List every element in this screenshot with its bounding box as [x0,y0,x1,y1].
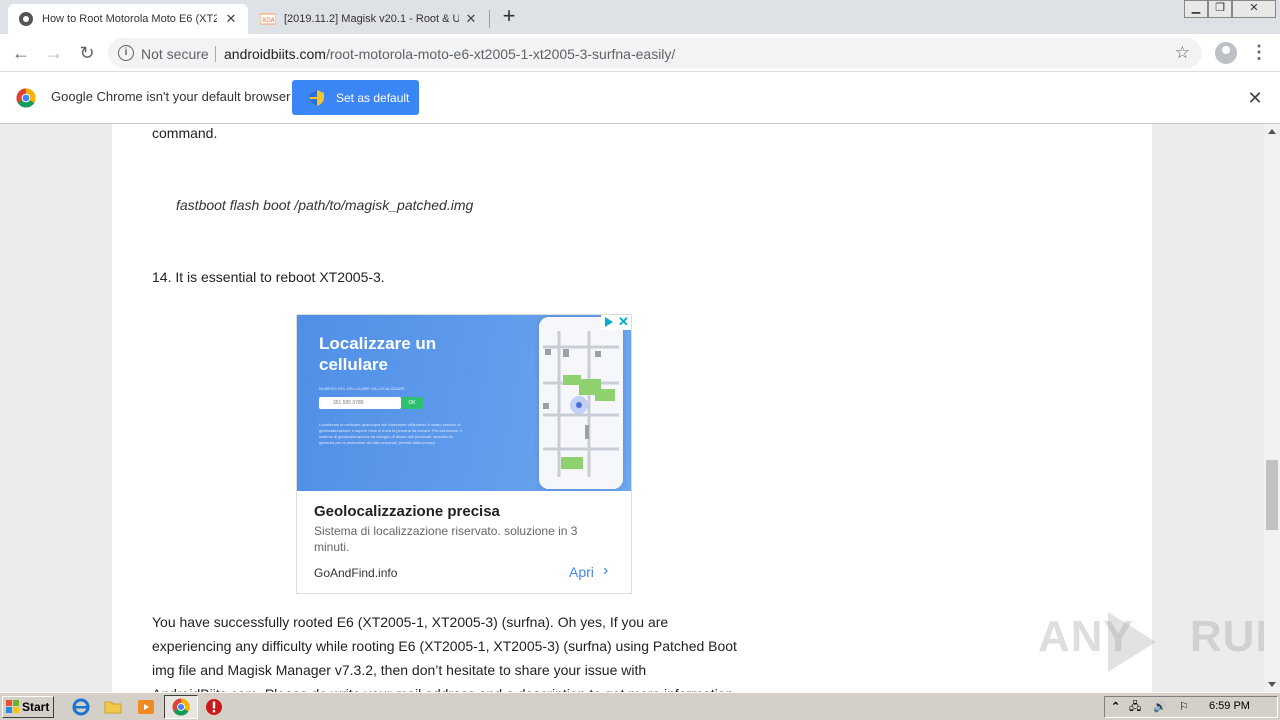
paragraph-text: command. [152,125,218,141]
chrome-menu-icon[interactable]: ⋮ [1250,41,1268,63]
uac-shield-icon [310,89,324,106]
watermark-right: RUN [1189,612,1264,661]
set-as-default-button[interactable]: Set as default [292,80,419,115]
paragraph-text: AndroidBiits.com. Please do write your m… [152,682,737,692]
reload-button[interactable]: ↻ [76,42,98,64]
map-illustration-icon [539,317,623,489]
watermark-text: ANY RUN [1038,612,1264,662]
set-as-default-label: Set as default [336,90,410,105]
tab-strip: How to Root Motorola Moto E6 (XT2005-1, … [0,0,1280,34]
infobar-message: Google Chrome isn't your default browser [51,89,291,104]
media-player-icon[interactable] [137,698,155,716]
minimize-button[interactable]: ▁ [1184,0,1208,18]
system-tray: ⌃ 🖧 🔊 ⚐ 6:59 PM [1104,696,1278,718]
forward-button[interactable]: → [43,42,65,64]
ad-close-icon[interactable]: ✕ [618,315,629,330]
folder-icon[interactable] [104,698,122,716]
ad-ok-button: OK [401,397,423,409]
tray-expand-icon[interactable]: ⌃ [1111,699,1120,715]
ad-description: Sistema di localizzazione riservato. sol… [314,524,578,554]
back-button[interactable]: ← [10,42,32,64]
vertical-scrollbar[interactable] [1264,124,1280,692]
ad-title[interactable]: Geolocalizzazione precisa [314,503,500,520]
security-label[interactable]: Not secure [141,46,209,62]
ad-input-label: NUMERO DEL CELLULARE DA LOCALIZZARE [319,386,405,391]
tab-close-icon[interactable]: ✕ [464,12,478,26]
start-label: Start [22,700,50,714]
windows-taskbar: Start ⌃ 🖧 🔊 ⚐ 6:59 PM [0,692,1280,720]
volume-icon[interactable]: 🔊 [1153,699,1167,715]
ad-phone-map [539,317,623,489]
paragraph-text: img file and Magisk Manager v7.3.2, then… [152,662,647,678]
tab-title: How to Root Motorola Moto E6 (XT2005-1, … [42,13,217,25]
page-viewport: command. fastboot flash boot /path/to/ma… [0,124,1264,692]
adchoices-icon[interactable] [605,317,613,327]
default-browser-infobar: Google Chrome isn't your default browser… [0,72,1280,124]
adchoices-badge[interactable]: ✕ [601,315,631,330]
close-window-button[interactable]: ✕ [1232,0,1276,18]
taskbar-chrome-active[interactable] [164,695,198,719]
tab-close-icon[interactable]: ✕ [224,12,238,26]
article-body: command. fastboot flash boot /path/to/ma… [112,124,1152,692]
url-text[interactable]: androidbiits.com/root-motorola-moto-e6-x… [224,46,675,62]
ad-phone-input: 351 595 0789 [319,397,401,409]
code-command: fastboot flash boot /path/to/magisk_patc… [176,197,474,213]
url-path: /root-motorola-moto-e6-xt2005-1-xt2005-3… [325,46,676,62]
ad-domain[interactable]: GoAndFind.info [314,566,397,580]
action-center-flag-icon[interactable]: ⚐ [1179,699,1189,715]
ad-open-button[interactable]: Apri [569,564,594,580]
alert-app-icon[interactable] [205,698,223,716]
androidbiits-favicon-icon [19,12,33,26]
ad-paragraph: Localizzate un cellulare qualunque sia l… [319,422,463,445]
tab-magisk[interactable]: XDA [2019.11.2] Magisk v20.1 - Root & Un… [250,4,488,34]
chevron-right-icon[interactable]: › [603,562,608,580]
browser-window: How to Root Motorola Moto E6 (XT2005-1, … [0,0,1280,692]
xda-favicon-icon: XDA [260,13,276,25]
url-host: androidbiits.com [224,46,326,62]
watermark-left: ANY [1038,612,1134,661]
paragraph-text: You have successfully rooted E6 (XT2005-… [152,614,669,630]
scrollbar-thumb[interactable] [1266,460,1278,530]
chrome-logo-icon [16,88,36,108]
bookmark-star-icon[interactable]: ☆ [1175,43,1190,63]
clock[interactable]: 6:59 PM [1209,700,1250,712]
new-tab-button[interactable]: + [498,5,520,28]
windows-flag-icon [6,700,19,713]
start-button[interactable]: Start [2,696,54,718]
svg-text:XDA: XDA [262,17,276,24]
profile-avatar-icon[interactable] [1215,42,1237,64]
paragraph-text: experiencing any difficulty while rootin… [152,638,737,654]
restore-button[interactable]: ❐ [1208,0,1232,18]
internet-explorer-icon[interactable] [72,698,90,716]
chrome-taskbar-icon [172,698,190,716]
ad-image[interactable]: Localizzare un cellulare NUMERO DEL CELL… [297,315,631,491]
ad-headline: Localizzare un cellulare [319,334,437,374]
toolbar: ← → ↻ i Not secure androidbiits.com/root… [0,34,1280,72]
address-bar[interactable]: i Not secure androidbiits.com/root-motor… [108,38,1202,68]
scroll-down-icon[interactable] [1268,682,1276,687]
scroll-up-icon[interactable] [1268,129,1276,134]
advertisement[interactable]: Localizzare un cellulare NUMERO DEL CELL… [296,314,632,594]
tab-title: [2019.11.2] Magisk v20.1 - Root & Univer… [284,13,459,25]
info-icon[interactable]: i [118,45,134,61]
step-14: 14. It is essential to reboot XT2005-3. [152,269,385,285]
infobar-close-icon[interactable]: ✕ [1244,87,1266,109]
omnibox-divider [215,46,216,62]
tab-separator [489,10,490,28]
tab-root-motorola[interactable]: How to Root Motorola Moto E6 (XT2005-1, … [8,4,248,34]
network-icon[interactable]: 🖧 [1129,699,1141,715]
